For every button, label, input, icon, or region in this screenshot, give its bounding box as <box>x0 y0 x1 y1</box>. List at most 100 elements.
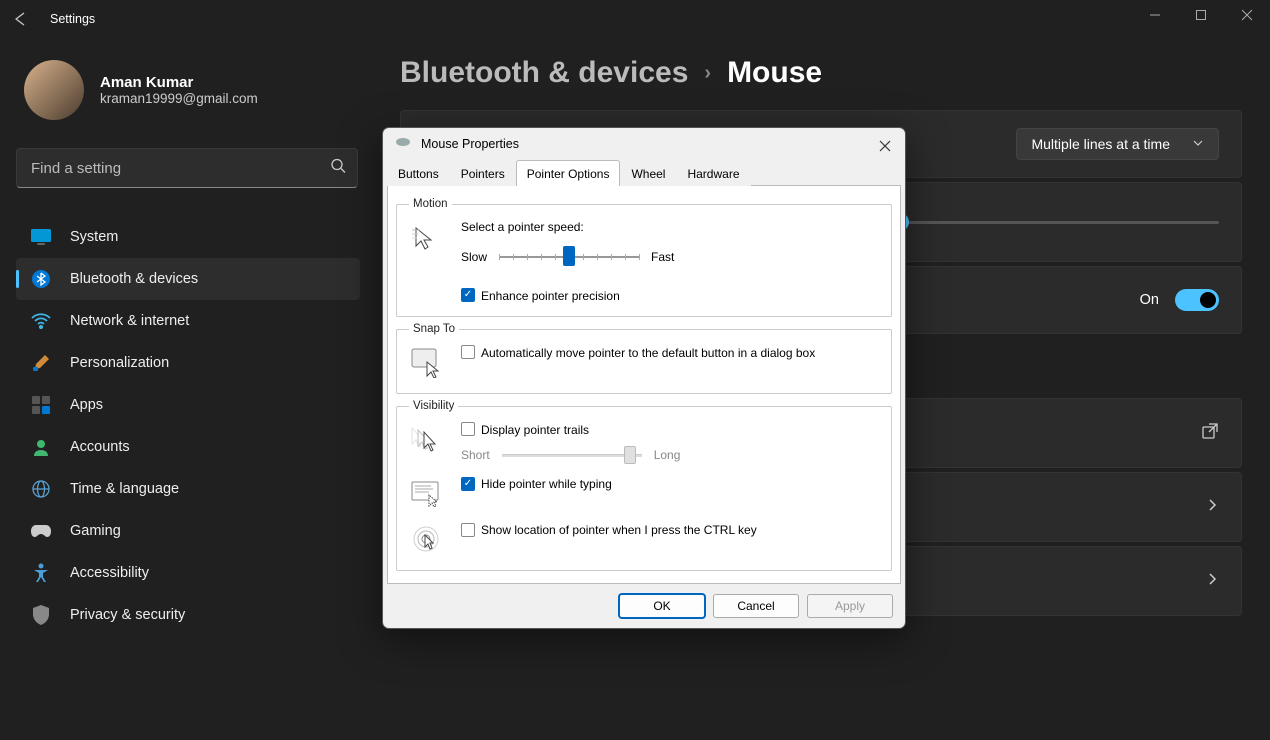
display-icon <box>30 226 52 248</box>
sidebar-item-accessibility[interactable]: Accessibility <box>16 552 360 594</box>
toggle-state: On <box>1140 292 1159 308</box>
tab-strip: Buttons Pointers Pointer Options Wheel H… <box>383 159 905 185</box>
snapto-group: Snap To Automatically move pointer to th… <box>396 323 892 394</box>
hide-typing-icon <box>409 476 445 512</box>
pointer-motion-icon <box>409 220 445 256</box>
dialog-footer: OK Cancel Apply <box>383 584 905 628</box>
apply-button: Apply <box>807 594 893 618</box>
user-profile[interactable]: Aman Kumar kraman19999@gmail.com <box>16 60 370 120</box>
sidebar-item-label: Accessibility <box>70 565 149 581</box>
close-button[interactable] <box>1224 0 1270 30</box>
gamepad-icon <box>30 520 52 542</box>
ctrl-locate-checkbox[interactable] <box>461 523 475 537</box>
dialog-titlebar: Mouse Properties <box>383 128 905 159</box>
pointer-speed-slider[interactable] <box>499 244 639 270</box>
sidebar-item-label: Privacy & security <box>70 607 185 623</box>
chevron-right-icon <box>1205 572 1219 590</box>
sidebar-item-time-language[interactable]: Time & language <box>16 468 360 510</box>
snap-icon <box>409 345 445 381</box>
tab-pointer-options[interactable]: Pointer Options <box>516 160 621 186</box>
sidebar-item-label: Bluetooth & devices <box>70 271 198 287</box>
scroll-mode-dropdown[interactable]: Multiple lines at a time <box>1016 128 1219 160</box>
apps-icon <box>30 394 52 416</box>
ok-button[interactable]: OK <box>619 594 705 618</box>
user-name: Aman Kumar <box>100 74 258 91</box>
shield-icon <box>30 604 52 626</box>
hide-typing-label: Hide pointer while typing <box>481 476 612 492</box>
cancel-button[interactable]: Cancel <box>713 594 799 618</box>
nav-list: System Bluetooth & devices Network & int… <box>16 216 360 636</box>
window-controls <box>1132 0 1270 30</box>
search-icon <box>330 158 346 179</box>
sidebar-item-label: Apps <box>70 397 103 413</box>
brush-icon <box>30 352 52 374</box>
window-title: Settings <box>50 12 95 26</box>
minimize-button[interactable] <box>1132 0 1178 30</box>
chevron-right-icon: › <box>704 62 711 85</box>
sidebar-item-network[interactable]: Network & internet <box>16 300 360 342</box>
chevron-right-icon <box>1205 498 1219 516</box>
trails-checkbox[interactable] <box>461 422 475 436</box>
globe-clock-icon <box>30 478 52 500</box>
enhance-precision-label: Enhance pointer precision <box>481 288 620 304</box>
visibility-legend: Visibility <box>409 400 458 412</box>
trails-icon <box>409 422 445 458</box>
hide-typing-checkbox[interactable] <box>461 477 475 491</box>
motion-group: Motion Select a pointer speed: Slow Fas <box>396 198 892 317</box>
snap-label: Automatically move pointer to the defaul… <box>481 345 815 361</box>
sidebar-item-apps[interactable]: Apps <box>16 384 360 426</box>
dialog-close-button[interactable] <box>873 134 897 158</box>
back-button[interactable] <box>8 7 32 31</box>
titlebar: Settings <box>0 0 1270 38</box>
tab-wheel[interactable]: Wheel <box>620 160 676 186</box>
sidebar-item-privacy-security[interactable]: Privacy & security <box>16 594 360 636</box>
sidebar-item-system[interactable]: System <box>16 216 360 258</box>
tab-hardware[interactable]: Hardware <box>676 160 750 186</box>
snap-checkbox[interactable] <box>461 345 475 359</box>
pointer-speed-label: Select a pointer speed: <box>461 220 879 234</box>
slow-label: Slow <box>461 250 487 264</box>
sidebar-item-label: System <box>70 229 118 245</box>
slider-track <box>899 221 1219 224</box>
avatar <box>24 60 84 120</box>
ctrl-locate-icon <box>409 522 445 558</box>
sidebar: Aman Kumar kraman19999@gmail.com System … <box>0 60 370 636</box>
fast-label: Fast <box>651 250 674 264</box>
mouse-properties-dialog: Mouse Properties Buttons Pointers Pointe… <box>382 127 906 629</box>
scroll-inactive-toggle[interactable] <box>1175 289 1219 311</box>
search-input[interactable] <box>16 148 358 188</box>
accessibility-icon <box>30 562 52 584</box>
person-icon <box>30 436 52 458</box>
sidebar-item-label: Personalization <box>70 355 169 371</box>
tab-body: Motion Select a pointer speed: Slow Fas <box>387 185 901 584</box>
visibility-group: Visibility Display pointer trails Short <box>396 400 892 571</box>
sidebar-item-label: Gaming <box>70 523 121 539</box>
motion-legend: Motion <box>409 198 452 210</box>
external-link-icon <box>1201 422 1219 444</box>
sidebar-item-label: Accounts <box>70 439 130 455</box>
trails-slider <box>502 444 642 466</box>
sidebar-item-accounts[interactable]: Accounts <box>16 426 360 468</box>
sidebar-item-personalization[interactable]: Personalization <box>16 342 360 384</box>
chevron-down-icon <box>1192 136 1204 152</box>
breadcrumb-current: Mouse <box>727 56 822 90</box>
sidebar-item-gaming[interactable]: Gaming <box>16 510 360 552</box>
breadcrumb-parent[interactable]: Bluetooth & devices <box>400 56 688 90</box>
dialog-title: Mouse Properties <box>421 137 519 151</box>
tab-buttons[interactable]: Buttons <box>387 160 450 186</box>
tab-pointers[interactable]: Pointers <box>450 160 516 186</box>
mouse-icon <box>395 136 411 151</box>
bluetooth-icon <box>30 268 52 290</box>
maximize-button[interactable] <box>1178 0 1224 30</box>
user-email: kraman19999@gmail.com <box>100 91 258 106</box>
dropdown-value: Multiple lines at a time <box>1031 136 1170 152</box>
short-label: Short <box>461 448 490 462</box>
sidebar-item-bluetooth-devices[interactable]: Bluetooth & devices <box>16 258 360 300</box>
snapto-legend: Snap To <box>409 323 459 335</box>
ctrl-locate-label: Show location of pointer when I press th… <box>481 522 757 538</box>
wifi-icon <box>30 310 52 332</box>
enhance-precision-checkbox[interactable] <box>461 288 475 302</box>
long-label: Long <box>654 448 681 462</box>
breadcrumb: Bluetooth & devices › Mouse <box>400 56 1242 90</box>
sidebar-item-label: Time & language <box>70 481 179 497</box>
